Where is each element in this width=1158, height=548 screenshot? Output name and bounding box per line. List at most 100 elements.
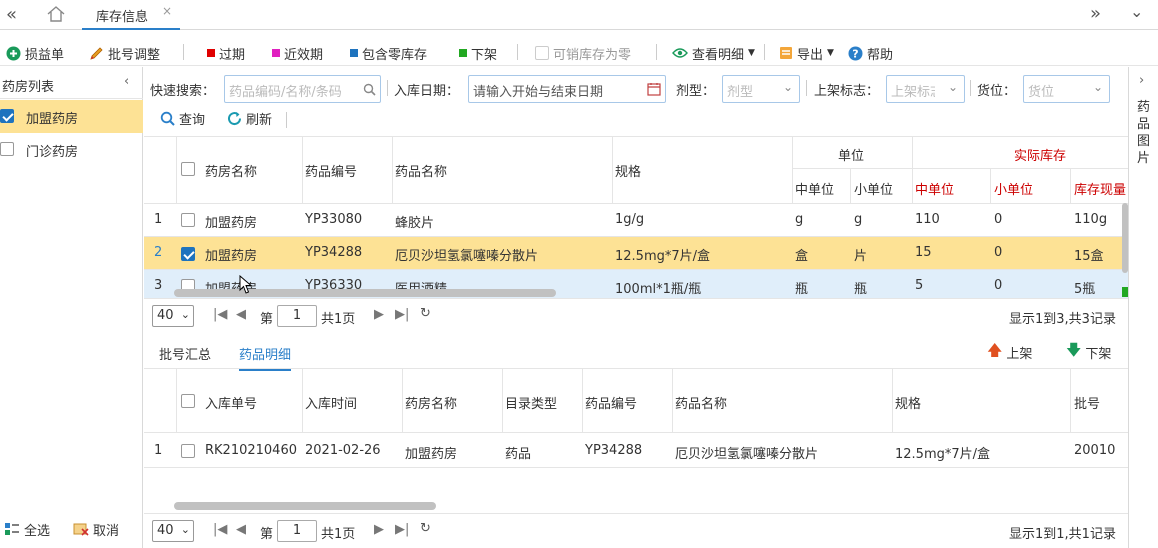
off-shelf-button[interactable]: 🡇 下架 [1066, 341, 1111, 362]
row-checkbox[interactable] [181, 444, 195, 458]
first-page-icon[interactable]: |◀ [213, 522, 227, 537]
checkbox[interactable] [0, 142, 14, 156]
checkbox[interactable] [0, 109, 14, 123]
col-header-catalog-type[interactable]: 目录类型 [505, 393, 557, 412]
tab-inventory-info[interactable]: 库存信息 × [82, 0, 180, 30]
prev-page-icon[interactable]: ◀ [236, 307, 246, 322]
col-header-small-unit[interactable]: 小单位 [854, 179, 893, 198]
drug-image-label: 药品图片 [1137, 100, 1151, 166]
location-select[interactable]: 货位 ⌄ [1023, 75, 1110, 103]
horizontal-scrollbar[interactable] [174, 289, 556, 297]
next-page-icon[interactable]: ▶ [374, 522, 384, 537]
vertical-scrollbar[interactable] [1122, 203, 1128, 273]
shelf-select[interactable]: 上架标志 ⌄ [886, 75, 965, 103]
cell-stock-mid: 15 [915, 245, 932, 260]
first-page-icon[interactable]: |◀ [213, 307, 227, 322]
col-header-pharmacy[interactable]: 药房名称 [405, 393, 457, 412]
col-header-stock-mid[interactable]: 中单位 [915, 179, 954, 198]
in-date-input[interactable]: 请输入开始与结束日期 [468, 75, 666, 103]
sellable-zero-checkbox[interactable]: 可销库存为零 [535, 43, 631, 63]
view-detail-label: 查看明细 [692, 47, 745, 63]
tab-drug-detail[interactable]: 药品明细 [239, 344, 292, 371]
col-header-pharmacy[interactable]: 药房名称 [205, 161, 257, 180]
table-row[interactable]: 1 RK210210460 2021-02-26 加盟药房 药品 YP34288… [144, 433, 1128, 468]
on-shelf-button[interactable]: 🡅 上架 [987, 341, 1032, 362]
col-header-batch[interactable]: 批号 [1074, 393, 1100, 412]
cancel-button[interactable]: 取消 [73, 519, 119, 539]
help-button[interactable]: ? 帮助 [848, 43, 893, 63]
loss-label: 损益单 [25, 47, 65, 63]
col-header-in-no[interactable]: 入库单号 [205, 393, 257, 412]
table-row-selected[interactable]: 2 加盟药房 YP34288 厄贝沙坦氢氯噻嗪分散片 12.5mg*7片/盒 盒… [144, 237, 1128, 270]
select-all-label: 全选 [24, 523, 51, 539]
last-page-icon[interactable]: ▶| [395, 522, 409, 537]
page-input[interactable]: 1 [277, 520, 317, 542]
col-header-name[interactable]: 药品名称 [675, 393, 727, 412]
table-row[interactable]: 1 加盟药房 YP33080 蜂胶片 1g/g g g 110 0 110g [144, 204, 1128, 237]
divider [656, 44, 657, 60]
scroll-left-icon[interactable]: « [6, 4, 17, 25]
cancel-icon [73, 523, 89, 536]
reload-icon[interactable]: ↻ [420, 521, 431, 536]
select-all-checkbox[interactable] [181, 162, 195, 176]
caret-down-icon: ▼ [827, 48, 834, 58]
home-icon[interactable] [46, 5, 66, 23]
chevron-down-icon: ⌄ [180, 523, 190, 536]
reload-icon[interactable]: ↻ [420, 306, 431, 321]
header-border [792, 168, 1128, 169]
col-divider [392, 137, 393, 203]
quick-search-input[interactable]: 药品编码/名称/条码 [224, 75, 381, 103]
pharmacy-item[interactable]: 加盟药房 [0, 100, 143, 133]
batch-adjust-button[interactable]: 批号调整 [89, 43, 160, 63]
checkbox-label: 可销库存为零 [553, 47, 632, 63]
col-header-name[interactable]: 药品名称 [395, 161, 447, 180]
query-button[interactable]: 查询 [160, 109, 205, 128]
col-header-code[interactable]: 药品编号 [585, 393, 637, 412]
help-label: 帮助 [867, 47, 894, 63]
calendar-icon[interactable] [647, 82, 661, 96]
toolbar: 损益单 批号调整 过期 近效期 包含零库存 下架 可销库存为零 查看明细 ▼ 导… [0, 38, 1158, 66]
col-header-stock-small[interactable]: 小单位 [994, 179, 1033, 198]
collapse-left-icon[interactable]: ‹ [124, 74, 129, 89]
last-page-icon[interactable]: ▶| [395, 307, 409, 322]
col-header-spec[interactable]: 规格 [895, 393, 921, 412]
collapse-right-icon[interactable]: › [1139, 73, 1144, 88]
select-all-button[interactable]: 全选 [4, 519, 50, 539]
next-page-icon[interactable]: ▶ [374, 307, 384, 322]
row-checkbox[interactable] [181, 213, 195, 227]
col-header-in-time[interactable]: 入库时间 [305, 393, 357, 412]
col-header-stock-now[interactable]: 库存现量 [1074, 179, 1126, 198]
select-all-checkbox[interactable] [181, 394, 195, 408]
placeholder: 剂型 [727, 85, 754, 100]
page-input[interactable]: 1 [277, 305, 317, 327]
view-detail-button[interactable]: 查看明细 ▼ [672, 43, 755, 63]
tab-batch-summary[interactable]: 批号汇总 [159, 344, 211, 363]
row-checkbox[interactable] [181, 246, 195, 261]
checkbox[interactable] [535, 46, 549, 60]
col-header-mid-unit[interactable]: 中单位 [795, 179, 834, 198]
chevron-down-icon[interactable]: ⌄ [1130, 2, 1143, 21]
col-header-code[interactable]: 药品编号 [305, 161, 357, 180]
close-icon[interactable]: × [162, 4, 172, 18]
cell-small-unit: g [854, 212, 863, 227]
scroll-right-icon[interactable]: » [1090, 3, 1101, 24]
horizontal-scrollbar[interactable] [174, 502, 436, 510]
pharmacy-list-title: 药房列表 [2, 80, 55, 95]
search-icon[interactable] [363, 83, 376, 96]
pharmacy-item[interactable]: 门诊药房 [0, 133, 143, 166]
col-header-spec[interactable]: 规格 [615, 161, 641, 180]
prev-page-icon[interactable]: ◀ [236, 522, 246, 537]
form-select[interactable]: 剂型 ⌄ [722, 75, 800, 103]
pharmacy-label: 加盟药房 [26, 112, 79, 127]
page-size-select[interactable]: 40 ⌄ [152, 305, 194, 327]
col-divider [612, 137, 613, 203]
loss-button[interactable]: 损益单 [6, 43, 64, 63]
page-size-select[interactable]: 40 ⌄ [152, 520, 194, 542]
col-divider [582, 369, 583, 432]
left-footer: 全选 取消 [0, 519, 143, 539]
divider [286, 112, 287, 128]
export-button[interactable]: 导出 ▼ [779, 43, 834, 63]
refresh-button[interactable]: 刷新 [227, 109, 272, 128]
cell-pharmacy: 加盟药房 [205, 216, 258, 231]
plus-circle-icon [6, 46, 21, 60]
